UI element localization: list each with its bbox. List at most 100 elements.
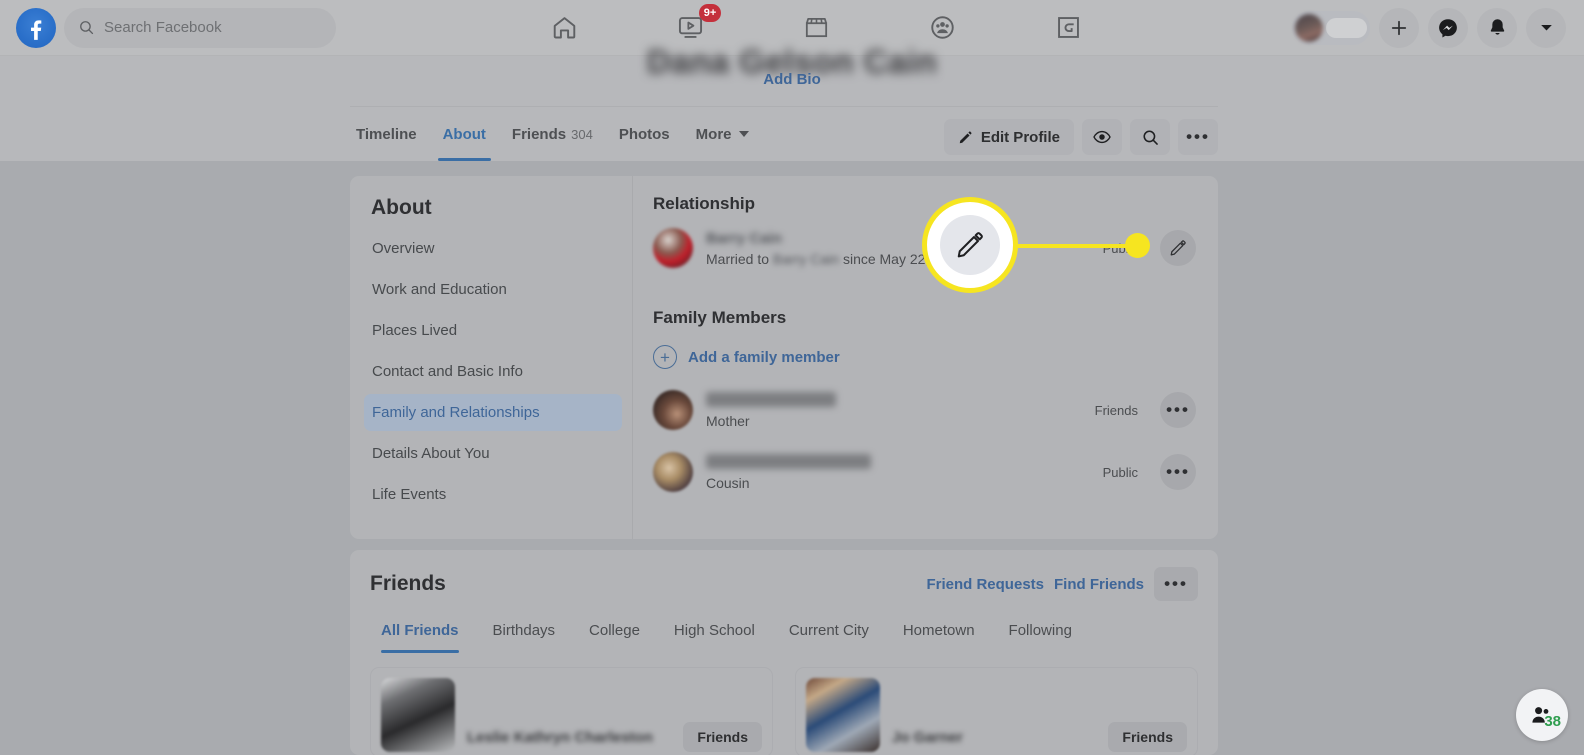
profile-pill-button[interactable] bbox=[1292, 10, 1370, 45]
tab-photos-label: Photos bbox=[618, 125, 670, 143]
sidebar-item-label: Family and Relationships bbox=[372, 404, 540, 421]
add-bio-link[interactable]: Add Bio bbox=[0, 71, 1584, 88]
family-member-text: Mother bbox=[706, 391, 836, 429]
search-placeholder: Search Facebook bbox=[104, 19, 222, 36]
sidebar-item-label: Life Events bbox=[372, 486, 447, 503]
friend-card[interactable]: Jo Garner Friends bbox=[795, 667, 1198, 755]
sidebar-item-details-about-you[interactable]: Details About You bbox=[364, 435, 622, 472]
family-member-row: Cousin Public ••• bbox=[653, 451, 1196, 493]
create-button[interactable] bbox=[1379, 7, 1419, 48]
friends-tab-high-school[interactable]: High School bbox=[657, 622, 772, 653]
pencil-icon bbox=[957, 232, 983, 258]
family-member-relation: Mother bbox=[706, 412, 750, 429]
tab-timeline-label: Timeline bbox=[356, 125, 417, 143]
friends-tab-college[interactable]: College bbox=[572, 622, 657, 653]
tab-about-label: About bbox=[442, 125, 486, 143]
profile-more-button[interactable]: ••• bbox=[1178, 119, 1218, 155]
friend-status-button[interactable]: Friends bbox=[683, 722, 762, 752]
friends-tab-label: Following bbox=[1008, 622, 1072, 639]
friends-tab-following[interactable]: Following bbox=[992, 622, 1089, 653]
friends-tab-label: All Friends bbox=[381, 622, 459, 639]
friends-tab-label: Current City bbox=[788, 622, 869, 639]
avatar bbox=[653, 390, 693, 430]
relationship-text: Barry Cain Married to Barry Cain since M… bbox=[706, 230, 957, 267]
sidebar-item-family-and-relationships[interactable]: Family and Relationships bbox=[364, 394, 622, 431]
tab-about[interactable]: About bbox=[430, 107, 499, 161]
family-member-name bbox=[706, 453, 871, 469]
family-member-menu-button[interactable]: ••• bbox=[1160, 454, 1196, 490]
tab-more-label: More bbox=[695, 125, 732, 143]
friends-tab-label: High School bbox=[673, 622, 755, 639]
sidebar-item-label: Contact and Basic Info bbox=[372, 363, 523, 380]
friends-tab-birthdays[interactable]: Birthdays bbox=[476, 622, 573, 653]
relationship-heading: Relationship bbox=[653, 194, 756, 213]
sidebar-item-overview[interactable]: Overview bbox=[364, 230, 622, 267]
home-icon bbox=[553, 17, 575, 39]
chat-contacts-button[interactable]: 38 bbox=[1516, 689, 1568, 741]
callout-inner-circle bbox=[940, 215, 1000, 275]
family-member-name bbox=[706, 391, 836, 407]
tab-timeline[interactable]: Timeline bbox=[350, 107, 430, 161]
avatar bbox=[1295, 13, 1323, 42]
tab-friends[interactable]: Friends 304 bbox=[499, 107, 606, 161]
pencil-icon bbox=[1170, 240, 1186, 256]
edit-profile-label: Edit Profile bbox=[980, 128, 1060, 146]
facebook-profile-about-page: Search Facebook 9+ Dana Gelson Cain Add … bbox=[0, 0, 1584, 755]
family-member-row: Mother Friends ••• bbox=[653, 389, 1196, 431]
search-input[interactable]: Search Facebook bbox=[64, 7, 336, 48]
profile-header: Dana Gelson Cain Add Bio Timeline About … bbox=[0, 43, 1584, 161]
about-card: About Overview Work and Education Places… bbox=[350, 176, 1218, 539]
friend-card-body: Leslie Kathryn Charleston Friends bbox=[467, 678, 762, 752]
friends-header: Friends Friend Requests Find Friends ••• bbox=[370, 567, 1198, 601]
find-friends-link[interactable]: Find Friends bbox=[1054, 576, 1144, 593]
friends-tab-label: Hometown bbox=[902, 622, 975, 639]
account-menu-button[interactable] bbox=[1526, 7, 1566, 48]
notifications-button[interactable] bbox=[1477, 7, 1517, 48]
friends-tab-current-city[interactable]: Current City bbox=[772, 622, 886, 653]
edit-profile-button[interactable]: Edit Profile bbox=[943, 119, 1074, 155]
friend-card[interactable]: Leslie Kathryn Charleston Friends bbox=[370, 667, 773, 755]
nav-right-group bbox=[1292, 7, 1584, 48]
video-badge: 9+ bbox=[699, 3, 721, 22]
pencil-icon bbox=[959, 130, 972, 143]
profile-search-button[interactable] bbox=[1130, 119, 1170, 155]
friends-grid: Leslie Kathryn Charleston Friends Jo Gar… bbox=[370, 667, 1198, 755]
add-family-member-label: Add a family member bbox=[688, 348, 840, 366]
friends-tab-label: College bbox=[589, 622, 640, 639]
facebook-logo[interactable] bbox=[16, 7, 56, 48]
sidebar-item-contact-and-basic-info[interactable]: Contact and Basic Info bbox=[364, 353, 622, 390]
messenger-button[interactable] bbox=[1428, 7, 1468, 48]
video-icon bbox=[678, 17, 702, 38]
gaming-icon bbox=[1057, 17, 1079, 38]
friend-card-body: Jo Garner Friends bbox=[892, 678, 1187, 752]
friend-requests-link[interactable]: Friend Requests bbox=[926, 576, 1044, 593]
sidebar-item-label: Places Lived bbox=[372, 322, 458, 339]
friend-status-button[interactable]: Friends bbox=[1108, 722, 1187, 752]
sidebar-item-places-lived[interactable]: Places Lived bbox=[364, 312, 622, 349]
view-as-button[interactable] bbox=[1082, 119, 1122, 155]
sidebar-item-label: Overview bbox=[372, 240, 435, 257]
tab-photos[interactable]: Photos bbox=[606, 107, 683, 161]
chevron-down-icon bbox=[1540, 25, 1552, 31]
profile-name-blurred bbox=[1326, 17, 1367, 38]
chat-unread-count: 38 bbox=[1544, 713, 1561, 730]
friends-tab-hometown[interactable]: Hometown bbox=[886, 622, 992, 653]
family-member-text: Cousin bbox=[706, 453, 871, 491]
add-family-member-button[interactable]: + Add a family member bbox=[653, 345, 1196, 369]
callout-target-dot bbox=[1125, 233, 1150, 258]
sidebar-item-work-and-education[interactable]: Work and Education bbox=[364, 271, 622, 308]
relationship-partner-name: Barry Cain bbox=[706, 229, 782, 247]
relationship-edit-button[interactable] bbox=[1160, 230, 1196, 266]
tab-more[interactable]: More bbox=[683, 107, 762, 161]
sidebar-item-label: Details About You bbox=[372, 445, 490, 462]
family-member-menu-button[interactable]: ••• bbox=[1160, 392, 1196, 428]
friends-tab-all-friends[interactable]: All Friends bbox=[370, 622, 476, 653]
profile-action-buttons: Edit Profile ••• bbox=[943, 119, 1218, 155]
about-title: About bbox=[371, 196, 432, 219]
friend-photo bbox=[806, 678, 880, 752]
sidebar-item-life-events[interactable]: Life Events bbox=[364, 476, 622, 513]
callout-connector-line bbox=[1000, 244, 1142, 248]
groups-icon bbox=[930, 16, 954, 39]
friends-more-button[interactable]: ••• bbox=[1154, 567, 1198, 601]
bell-icon bbox=[1490, 19, 1504, 35]
